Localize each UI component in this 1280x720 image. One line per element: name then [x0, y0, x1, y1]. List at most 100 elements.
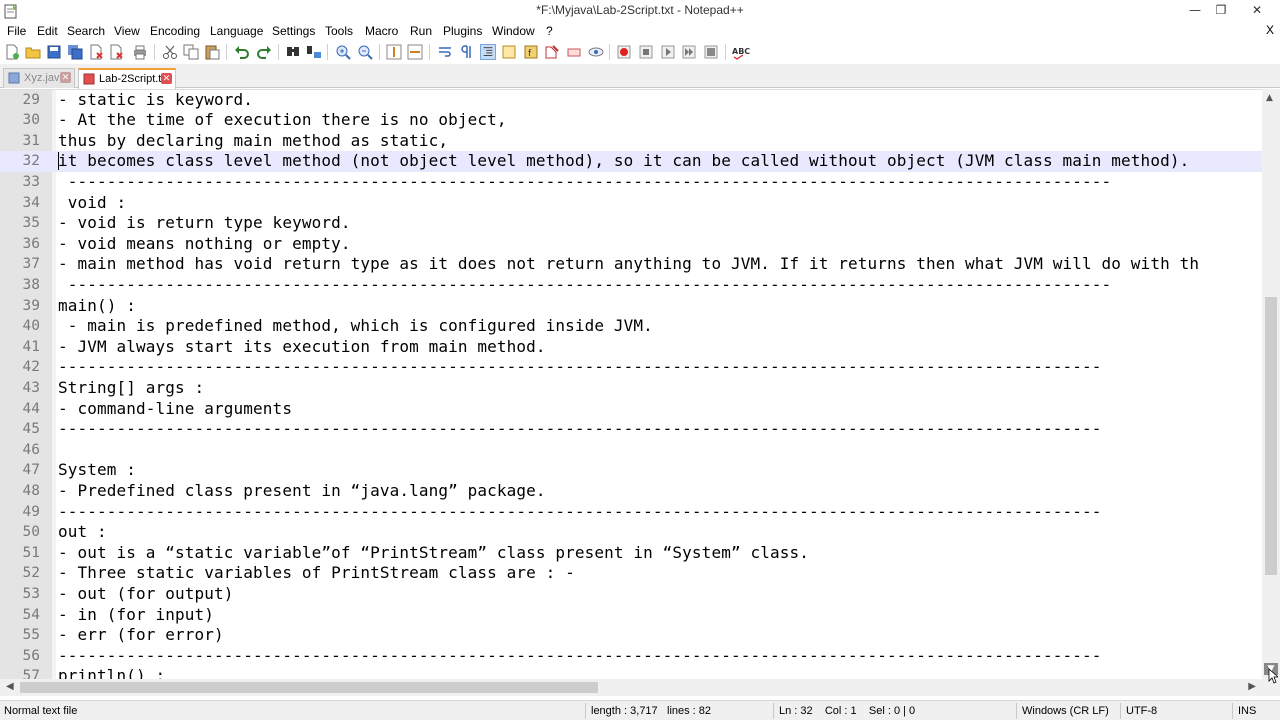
menu-settings[interactable]: Settings — [272, 24, 315, 38]
editor-line[interactable]: 31 thus by declaring main method as stati… — [0, 131, 1262, 152]
word-wrap-icon[interactable] — [437, 44, 453, 60]
line-text: ----------------------------------------… — [58, 645, 1102, 665]
line-text: void : — [58, 192, 127, 212]
horizontal-scrollbar[interactable]: ◀ ▶ — [0, 679, 1262, 696]
editor-line[interactable]: 40 - main is predefined method, which is… — [0, 316, 1262, 337]
editor-line[interactable]: 53 - out (for output) — [0, 584, 1262, 605]
line-number: 31 — [22, 132, 40, 149]
restore-button[interactable]: ❐ — [1206, 0, 1236, 22]
menu-window[interactable]: Window — [492, 24, 535, 38]
tab-close-icon[interactable]: ✕ — [60, 72, 71, 83]
menu-tools[interactable]: Tools — [325, 24, 353, 38]
toolbar-separator — [278, 44, 279, 60]
editor-line[interactable]: 43 String[] args : — [0, 378, 1262, 399]
save-all-icon[interactable] — [67, 44, 83, 60]
eol-format[interactable]: Windows (CR LF) — [1022, 705, 1109, 717]
menu-macro[interactable]: Macro — [365, 24, 398, 38]
tab-xyz-java[interactable]: Xyz.java ✕ — [3, 68, 75, 88]
editor-line[interactable]: 51 - out is a “static variable”of “PrintS… — [0, 543, 1262, 564]
record-macro-icon[interactable] — [616, 44, 632, 60]
menu-view[interactable]: View — [114, 24, 140, 38]
menu-run[interactable]: Run — [410, 24, 432, 38]
close-document-button[interactable]: X — [1266, 23, 1274, 37]
function-list-icon[interactable]: f — [523, 44, 539, 60]
editor-line[interactable]: 48 - Predefined class present in “java.la… — [0, 481, 1262, 502]
menu-file[interactable]: File — [7, 24, 26, 38]
editor-line[interactable]: 57 println() : — [0, 666, 1262, 679]
play-macro-icon[interactable] — [660, 44, 676, 60]
editor-line[interactable]: 39 main() : — [0, 296, 1262, 317]
sync-vertical-icon[interactable] — [386, 44, 402, 60]
new-file-icon[interactable] — [4, 44, 20, 60]
line-number: 53 — [22, 585, 40, 602]
save-macro-icon[interactable] — [703, 44, 719, 60]
menu-edit[interactable]: Edit — [37, 24, 58, 38]
editor-line-current[interactable]: 32 it becomes class level method (not obj… — [0, 151, 1262, 172]
editor-line[interactable]: 55 - err (for error) — [0, 625, 1262, 646]
tab-lab-2script-txt[interactable]: Lab-2Script.txt ✕ — [78, 68, 176, 89]
editor-line[interactable]: 56 --------------------------------------… — [0, 646, 1262, 667]
tab-close-icon[interactable]: ✕ — [161, 73, 172, 84]
vertical-scroll-thumb[interactable] — [1265, 297, 1277, 575]
spell-check-icon[interactable]: ABC — [732, 44, 750, 60]
undo-icon[interactable] — [234, 44, 250, 60]
editor-line[interactable]: 44 - command-line arguments — [0, 399, 1262, 420]
line-number: 47 — [22, 462, 40, 479]
indent-guide-icon[interactable] — [480, 44, 496, 60]
folder-workspace-icon[interactable] — [544, 44, 560, 60]
print-icon[interactable] — [132, 44, 148, 60]
editor-line[interactable]: 45 --------------------------------------… — [0, 419, 1262, 440]
text-editor[interactable]: 29 - static is keyword. 30 - At the time of… — [0, 89, 1262, 679]
replace-icon[interactable] — [306, 44, 322, 60]
cut-icon[interactable] — [162, 44, 178, 60]
copy-icon[interactable] — [183, 44, 199, 60]
editor-line[interactable]: 29 - static is keyword. — [0, 90, 1262, 110]
editor-line[interactable]: 34 void : — [0, 193, 1262, 214]
stop-macro-icon[interactable] — [638, 44, 654, 60]
clear-icon[interactable] — [566, 44, 582, 60]
file-type-label: Normal text file — [4, 705, 78, 717]
close-icon[interactable] — [88, 44, 104, 60]
redo-icon[interactable] — [256, 44, 272, 60]
save-icon[interactable] — [46, 44, 62, 60]
find-icon[interactable] — [285, 44, 301, 60]
close-all-icon[interactable] — [109, 44, 125, 60]
close-window-button[interactable]: ✕ — [1238, 0, 1276, 22]
menu-help[interactable]: ? — [546, 24, 553, 38]
editor-line[interactable]: 33 -------------------------------------… — [0, 172, 1262, 193]
scroll-up-icon[interactable]: ▲ — [1266, 93, 1273, 103]
editor-line[interactable]: 38 -------------------------------------… — [0, 275, 1262, 296]
editor-line[interactable]: 41 - JVM always start its execution from … — [0, 337, 1262, 358]
menu-encoding[interactable]: Encoding — [150, 24, 200, 38]
editor-line[interactable]: 30 - At the time of execution there is no… — [0, 110, 1262, 131]
editor-line[interactable]: 35 - void is return type keyword. — [0, 213, 1262, 234]
show-all-chars-icon[interactable] — [458, 44, 474, 60]
insert-mode-label[interactable]: INS — [1238, 705, 1256, 717]
doc-map-icon[interactable] — [501, 44, 517, 60]
encoding-label[interactable]: UTF-8 — [1126, 705, 1157, 717]
menu-plugins[interactable]: Plugins — [443, 24, 482, 38]
editor-line[interactable]: 46 — [0, 440, 1262, 461]
editor-line[interactable]: 49 --------------------------------------… — [0, 502, 1262, 523]
menu-search[interactable]: Search — [67, 24, 105, 38]
run-macro-multiple-icon[interactable] — [681, 44, 697, 60]
editor-line[interactable]: 52 - Three static variables of PrintStrea… — [0, 563, 1262, 584]
status-separator — [1016, 703, 1017, 719]
editor-line[interactable]: 37 - main method has void return type as … — [0, 254, 1262, 275]
sync-horizontal-icon[interactable] — [407, 44, 423, 60]
scroll-left-icon[interactable]: ◀ — [6, 681, 14, 692]
scroll-right-icon[interactable]: ▶ — [1248, 681, 1256, 692]
editor-line[interactable]: 47 System : — [0, 460, 1262, 481]
editor-line[interactable]: 36 - void means nothing or empty. — [0, 234, 1262, 255]
open-file-icon[interactable] — [25, 44, 41, 60]
menu-language[interactable]: Language — [210, 24, 263, 38]
zoom-out-icon[interactable] — [357, 44, 373, 60]
monitoring-icon[interactable] — [588, 44, 604, 60]
zoom-in-icon[interactable] — [335, 44, 351, 60]
editor-line[interactable]: 42 --------------------------------------… — [0, 357, 1262, 378]
horizontal-scroll-thumb[interactable] — [20, 682, 598, 693]
editor-line[interactable]: 50 out : — [0, 522, 1262, 543]
paste-icon[interactable] — [204, 44, 220, 60]
vertical-scrollbar[interactable]: ▲ ▼ — [1262, 89, 1280, 679]
editor-line[interactable]: 54 - in (for input) — [0, 605, 1262, 626]
